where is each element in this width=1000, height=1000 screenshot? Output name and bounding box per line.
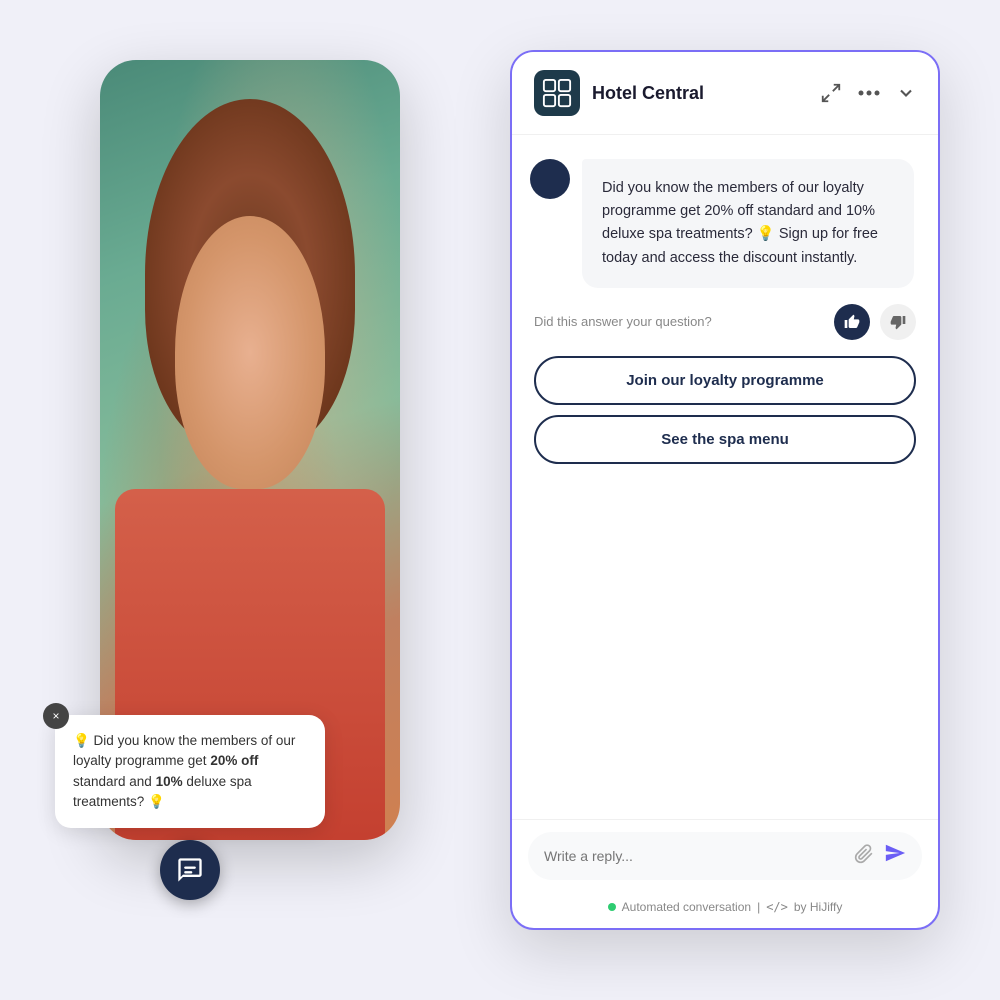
collapse-button[interactable] <box>896 83 916 103</box>
close-button[interactable]: × <box>43 703 69 729</box>
bold-20: 20% off <box>210 753 258 768</box>
footer-divider: | <box>757 900 760 914</box>
widget-header: Hotel Central <box>512 52 938 135</box>
bold-10: 10% <box>156 774 183 789</box>
input-row <box>528 832 922 880</box>
widget-footer: Automated conversation | </> by HiJiffy <box>512 892 938 928</box>
face <box>175 216 325 489</box>
chat-widget: Hotel Central <box>510 50 940 930</box>
footer-by: by HiJiffy <box>794 900 842 914</box>
scene: × 💡 Did you know the members of our loya… <box>0 0 1000 1000</box>
close-icon: × <box>52 707 59 725</box>
bubble-message: × 💡 Did you know the members of our loya… <box>55 715 325 828</box>
bubble-text: 💡 Did you know the members of our loyalt… <box>73 733 295 809</box>
message-bubble: Did you know the members of our loyalty … <box>582 159 914 288</box>
thumbs-down-button[interactable] <box>880 304 916 340</box>
bot-avatar <box>530 159 570 199</box>
status-dot <box>608 903 616 911</box>
chat-toggle-button[interactable] <box>160 840 220 900</box>
spa-menu-button[interactable]: See the spa menu <box>534 415 916 464</box>
widget-body: Did you know the members of our loyalty … <box>512 135 938 819</box>
feedback-label: Did this answer your question? <box>534 314 824 329</box>
action-buttons: Join our loyalty programme See the spa m… <box>530 356 920 464</box>
footer-status: Automated conversation <box>622 900 751 914</box>
attachment-icon[interactable] <box>854 844 874 869</box>
message-text: Did you know the members of our loyalty … <box>602 180 878 266</box>
chat-icon <box>176 856 204 884</box>
notification-bubble: × 💡 Did you know the members of our loya… <box>55 715 325 900</box>
more-button[interactable] <box>858 89 880 97</box>
expand-button[interactable] <box>820 82 842 104</box>
input-area <box>512 819 938 892</box>
thumbs-up-button[interactable] <box>834 304 870 340</box>
feedback-row: Did this answer your question? <box>530 304 920 340</box>
reply-input[interactable] <box>544 848 844 864</box>
hotel-logo <box>534 70 580 116</box>
footer-code: </> <box>766 900 788 914</box>
hotel-name: Hotel Central <box>592 83 808 104</box>
loyalty-button[interactable]: Join our loyalty programme <box>534 356 916 405</box>
logo-icon <box>542 78 572 108</box>
header-actions <box>820 82 916 104</box>
send-button[interactable] <box>884 842 906 870</box>
